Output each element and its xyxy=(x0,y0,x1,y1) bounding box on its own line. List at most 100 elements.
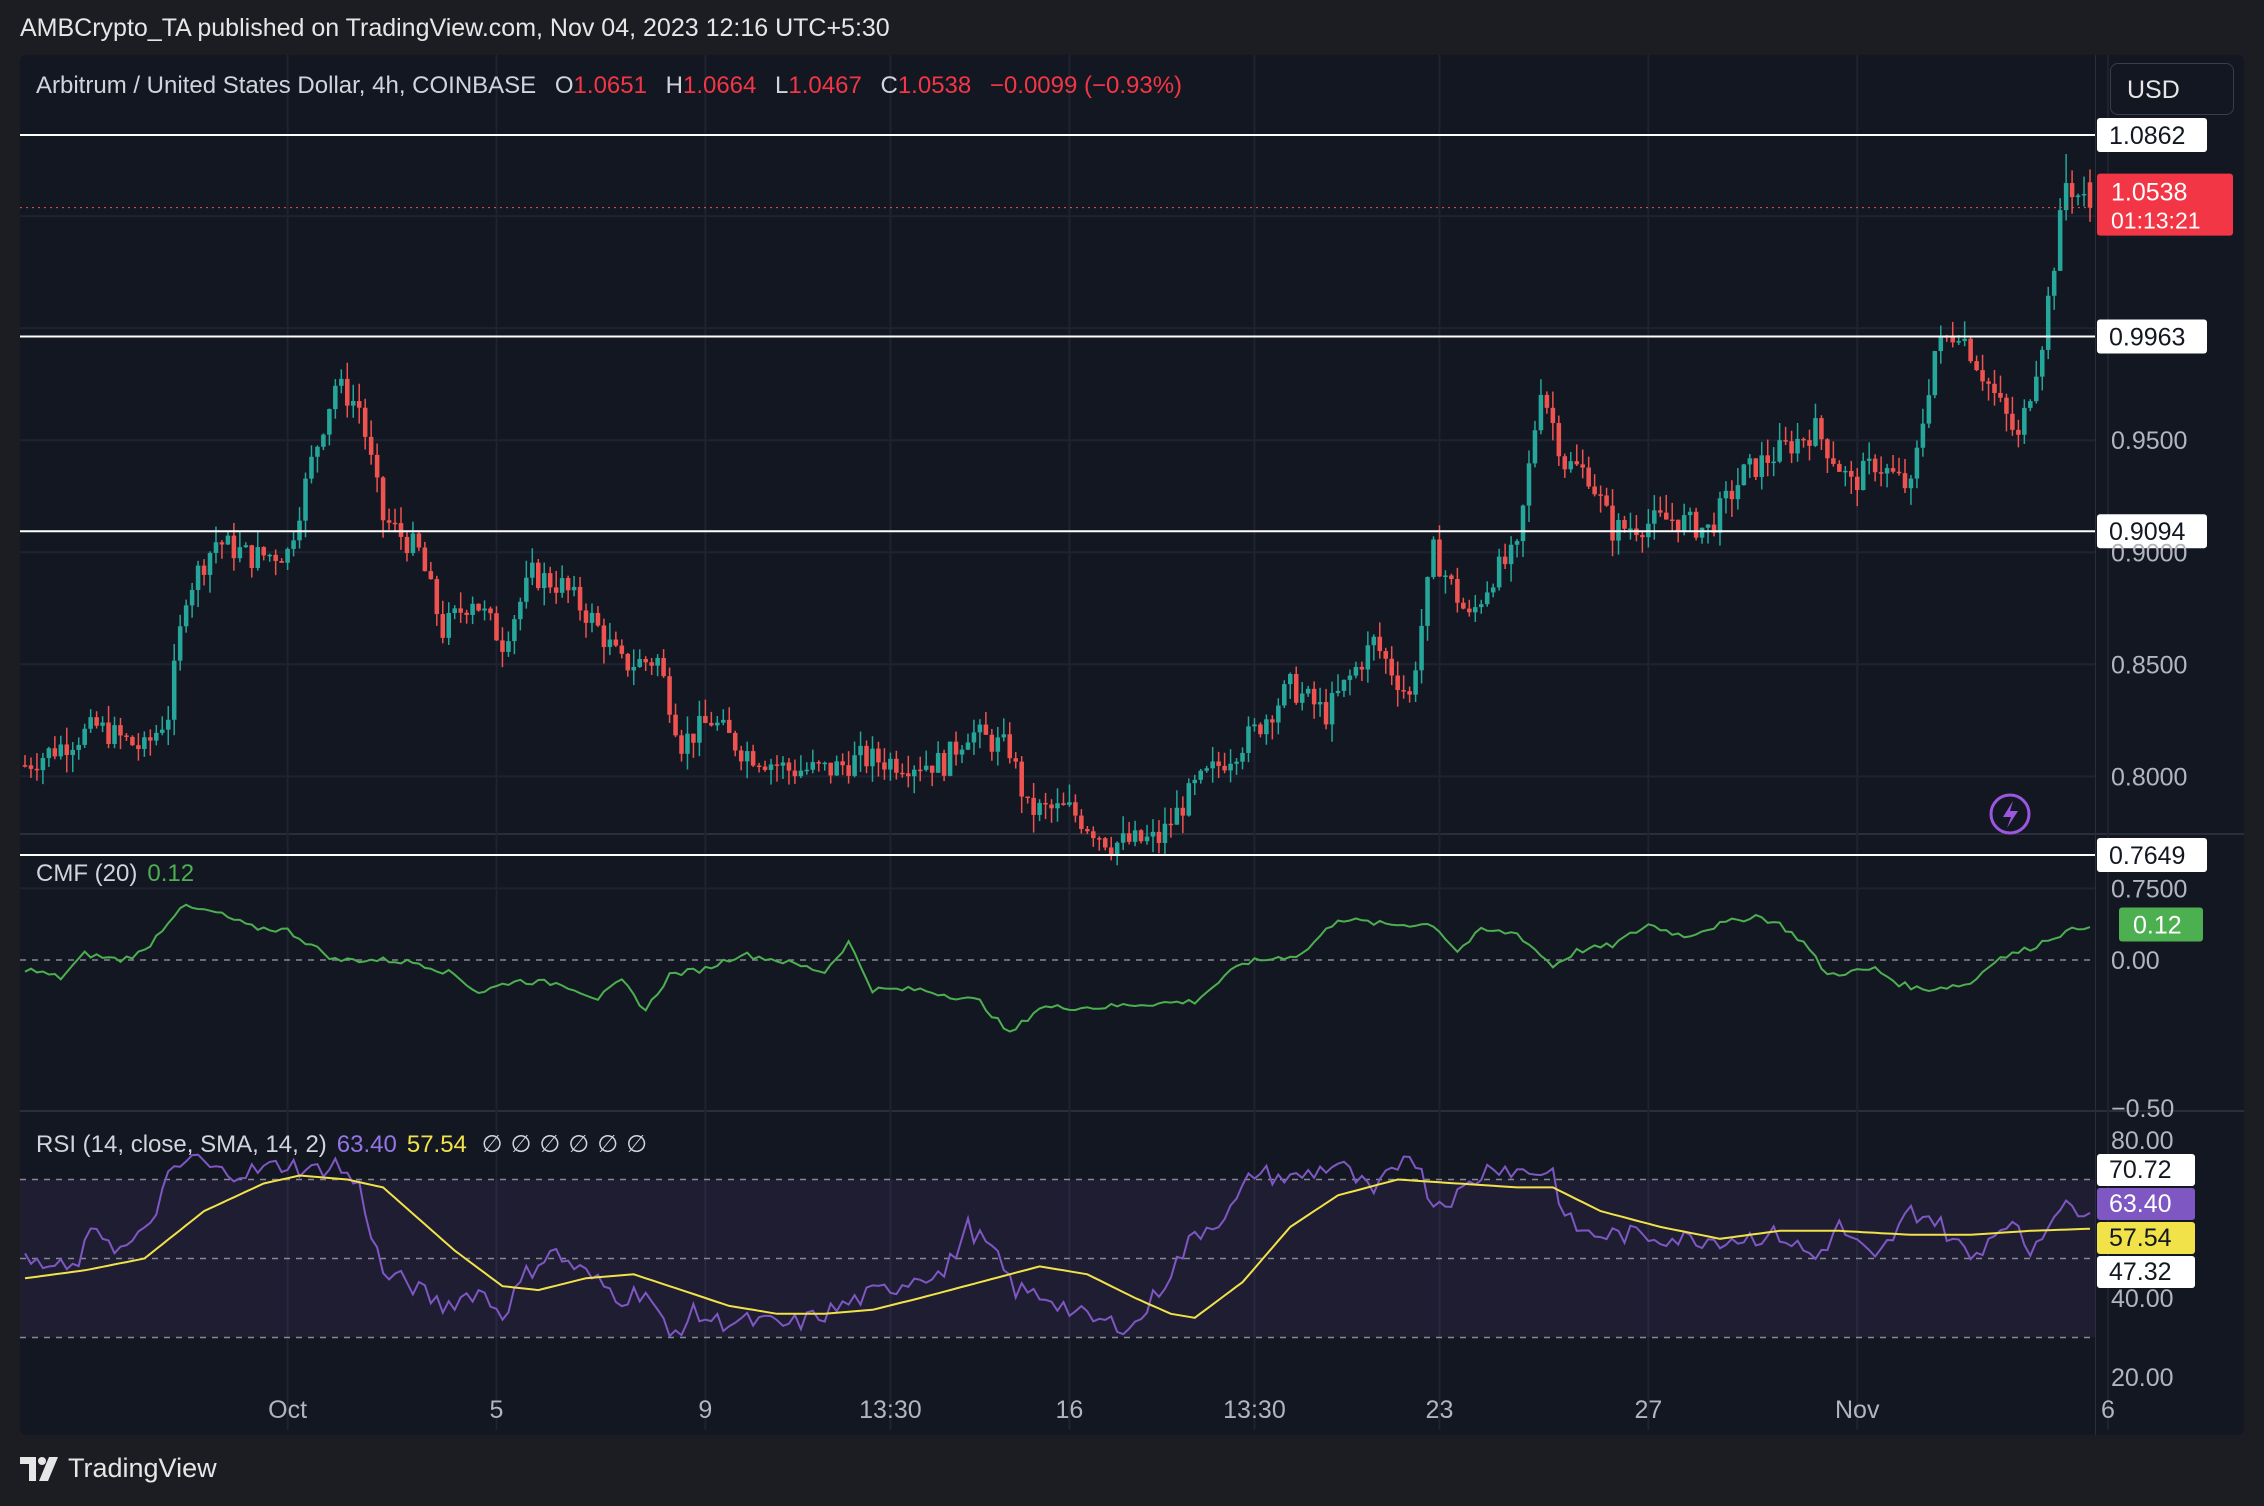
candle-body xyxy=(1532,430,1538,464)
candle-body xyxy=(1783,440,1788,442)
candle-body xyxy=(213,542,219,553)
candle-body xyxy=(941,752,947,776)
candle-down xyxy=(1544,391,1550,414)
candle-down xyxy=(601,618,607,664)
candle-body xyxy=(171,660,177,720)
axis-divider xyxy=(2095,55,2096,1435)
candle-down xyxy=(1580,449,1585,479)
candle-up xyxy=(1652,495,1657,540)
candle-down xyxy=(1102,837,1108,851)
na-mark: ∅ xyxy=(568,1131,590,1158)
candle-down xyxy=(1640,530,1645,553)
candle-down xyxy=(786,757,792,785)
candle-down xyxy=(667,667,672,723)
candle-body xyxy=(1992,383,1997,393)
candle-down xyxy=(1461,597,1466,610)
candle-body xyxy=(482,608,487,611)
candle-body xyxy=(470,603,475,615)
candle-body xyxy=(589,612,595,623)
candle-body xyxy=(1335,690,1341,694)
candle-down xyxy=(1073,794,1078,823)
candle-body xyxy=(1574,461,1580,465)
chart-frame[interactable]: 1.0862 0.9963 0.9094 0.7649 0.00 −0.50 0.12 8… xyxy=(20,55,2244,1435)
candle-up xyxy=(1276,698,1281,735)
rsi-sma-tag-value: 57.54 xyxy=(2109,1224,2172,1252)
candle-down xyxy=(422,541,428,572)
candle-up xyxy=(303,472,308,538)
rsi-label: RSI (14, close, SMA, 14, 2) xyxy=(36,1131,327,1158)
candle-body xyxy=(643,658,648,663)
candle-body xyxy=(768,764,774,770)
candle-body xyxy=(1240,752,1245,762)
candle-body xyxy=(1771,461,1776,464)
candle-body xyxy=(691,733,696,743)
candle-down xyxy=(434,575,440,626)
candle-body xyxy=(1514,541,1520,545)
candle-down xyxy=(1383,647,1389,674)
candle-up xyxy=(225,530,231,545)
candle-up xyxy=(285,547,290,571)
candle-up xyxy=(1508,536,1514,582)
candle-down xyxy=(1729,480,1735,517)
candle-body xyxy=(1025,796,1030,799)
candle-body xyxy=(2075,195,2081,198)
currency-button[interactable]: USD xyxy=(2110,63,2234,115)
chart-canvas[interactable]: 1.08620.99630.90940.7649 0.00−0.500.12 8… xyxy=(20,55,2244,1435)
candle-body xyxy=(1282,684,1287,706)
candle-body xyxy=(64,744,70,756)
candle-body xyxy=(1055,803,1060,809)
candle-body xyxy=(583,610,589,623)
cmf-legend-value: 0.12 xyxy=(147,860,195,887)
candle-up xyxy=(1162,807,1168,856)
candle-body xyxy=(1795,438,1800,454)
candle-up xyxy=(1628,512,1633,540)
candle-up xyxy=(1317,687,1323,717)
candle-body xyxy=(929,765,935,773)
candle-body xyxy=(1305,688,1311,694)
current-price-tag: 1.053801:13:21 xyxy=(2097,173,2233,236)
candle-body xyxy=(637,658,642,667)
open-value: 1.0651 xyxy=(573,72,647,99)
candle-down xyxy=(64,727,70,773)
candle-body xyxy=(1461,602,1466,609)
candle-up xyxy=(655,654,660,677)
pane-divider xyxy=(20,833,2244,835)
candle-down xyxy=(249,544,255,578)
candle-body xyxy=(1741,464,1747,486)
candle-up xyxy=(1699,527,1705,544)
candle-body xyxy=(1383,651,1389,659)
candle-up xyxy=(321,433,326,451)
candle-body xyxy=(1759,455,1765,477)
candle-down xyxy=(201,559,207,586)
candle-down xyxy=(1395,661,1400,707)
candle-body xyxy=(565,578,571,591)
tradingview-logo[interactable]: TradingView xyxy=(20,1453,217,1484)
candle-body xyxy=(136,745,141,750)
candle-down xyxy=(1323,688,1329,730)
candle-body xyxy=(368,436,374,455)
candle-up xyxy=(965,733,971,751)
candle-body xyxy=(780,762,786,766)
candle-down xyxy=(1013,752,1018,769)
candle-up xyxy=(1616,513,1621,555)
candle-up xyxy=(1299,682,1305,711)
candle-down xyxy=(1502,543,1508,570)
candle-body xyxy=(882,762,887,770)
candle-down xyxy=(1031,783,1036,833)
candle-body xyxy=(1860,460,1866,491)
candle-down xyxy=(1998,375,2003,403)
candle-body xyxy=(76,744,81,750)
candle-body xyxy=(1622,520,1627,529)
candle-body xyxy=(2022,407,2027,435)
candle-up xyxy=(1962,321,1967,347)
candle-up xyxy=(1843,465,1848,487)
candle-down xyxy=(577,576,583,621)
candle-body xyxy=(792,770,798,777)
candle-body xyxy=(201,565,207,575)
candle-down xyxy=(1765,439,1770,477)
candle-body xyxy=(959,749,965,755)
candle-body xyxy=(1896,471,1902,474)
candle-up xyxy=(1813,403,1818,448)
candle-body xyxy=(40,758,46,771)
candle-body xyxy=(613,639,619,646)
